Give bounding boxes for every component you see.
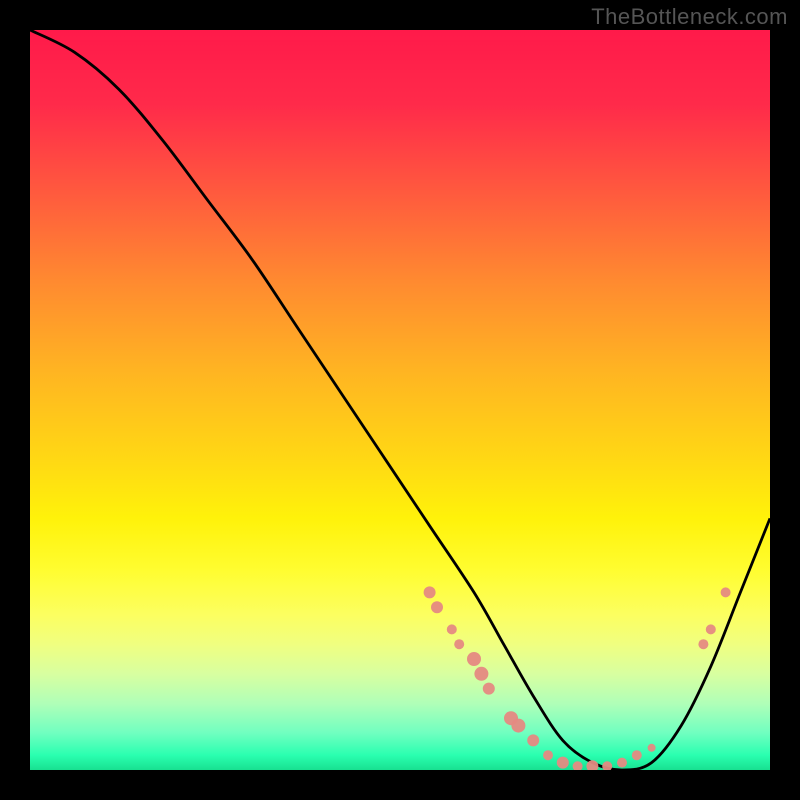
chart-marker (632, 750, 642, 760)
chart-marker (648, 744, 656, 752)
chart-marker (617, 758, 627, 768)
chart-marker (431, 601, 443, 613)
chart-plot-area (30, 30, 770, 770)
chart-markers (424, 586, 731, 770)
chart-curve (30, 30, 770, 770)
chart-marker (483, 683, 495, 695)
chart-marker (511, 719, 525, 733)
chart-svg (30, 30, 770, 770)
chart-marker (721, 587, 731, 597)
watermark-text: TheBottleneck.com (591, 4, 788, 30)
chart-marker (698, 639, 708, 649)
chart-marker (557, 757, 569, 769)
chart-marker (543, 750, 553, 760)
chart-marker (474, 667, 488, 681)
chart-marker (527, 734, 539, 746)
chart-marker (454, 639, 464, 649)
chart-marker (447, 624, 457, 634)
chart-marker (706, 624, 716, 634)
chart-marker (573, 761, 583, 770)
chart-marker (602, 761, 612, 770)
chart-marker (424, 586, 436, 598)
chart-marker (467, 652, 481, 666)
